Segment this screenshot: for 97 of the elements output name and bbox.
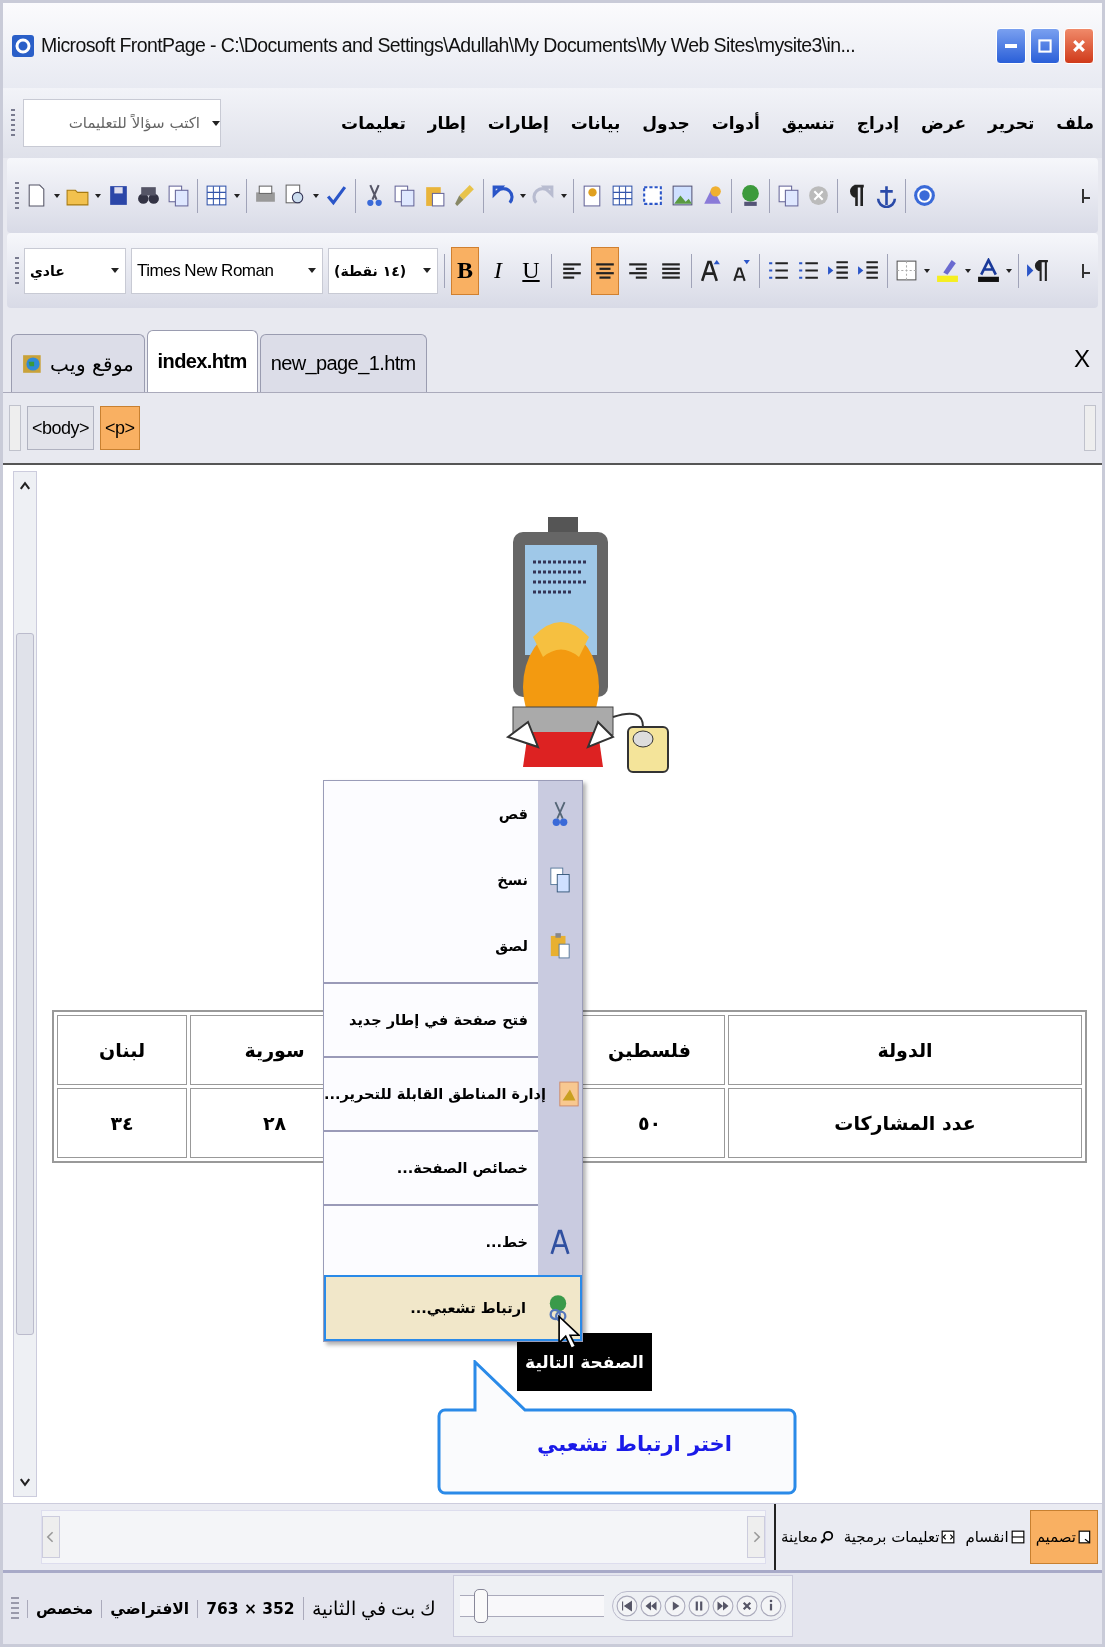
stop-icon[interactable]	[736, 1595, 758, 1617]
layout-icon[interactable]	[204, 183, 229, 208]
font-size-dropdown[interactable]: (١٤ نقطة)	[328, 247, 438, 294]
code-view-icon	[941, 1530, 956, 1544]
minimize-button[interactable]	[996, 27, 1026, 64]
split-view-icon	[1010, 1530, 1025, 1544]
menu-item[interactable]: إدراج	[856, 113, 900, 133]
dropdown-arrow-icon[interactable]	[54, 193, 60, 198]
skip-back-icon[interactable]	[616, 1595, 638, 1617]
tag-selector-button[interactable]: <body>	[27, 406, 95, 450]
toolbar-grip-icon[interactable]	[11, 109, 15, 137]
dropdown-arrow-icon[interactable]	[95, 193, 101, 198]
dropdown-arrow-icon[interactable]	[561, 193, 567, 198]
anchor-icon[interactable]	[874, 183, 899, 208]
table-cell: لبنان	[57, 1015, 188, 1085]
close-document-button[interactable]: X	[1070, 345, 1094, 373]
document-tab[interactable]: index.htm	[146, 330, 258, 392]
window-title: Microsoft FrontPage - C:\Documents and Settings\Adullah\My Documents\My Web Sites\mysite3\in...	[41, 34, 856, 57]
copy-icon[interactable]	[392, 183, 417, 208]
status-bar-item: ك بت في الثانية	[302, 1597, 445, 1620]
dropdown-arrow-icon[interactable]	[924, 268, 930, 273]
toolbar-grip-icon[interactable]	[15, 256, 19, 285]
fast-forward-icon[interactable]	[712, 1595, 734, 1617]
status-bar-item: 763 × 352	[197, 1599, 303, 1618]
view-tab[interactable]: انقسام	[960, 1510, 1030, 1564]
status-bar-item: مخصص	[27, 1599, 102, 1618]
menu-item[interactable]: أدوات	[711, 113, 760, 133]
document-tab[interactable]: موقع ويب	[11, 334, 145, 392]
paste-icon	[549, 932, 571, 960]
maximize-button[interactable]	[1030, 27, 1060, 64]
bold-button[interactable]: B	[451, 246, 479, 295]
menu-item[interactable]: ملف	[1056, 113, 1094, 133]
table-cell: ٣٤	[57, 1088, 188, 1158]
border-icon[interactable]	[894, 258, 919, 283]
brush-icon[interactable]	[452, 183, 477, 208]
table-icon[interactable]	[610, 183, 635, 208]
next-page-button[interactable]: الصفحة التالية	[517, 1333, 652, 1391]
mouse-pointer-icon	[558, 1315, 580, 1351]
context-menu-item[interactable]: قص	[324, 781, 582, 847]
menu-item[interactable]: تحرير	[988, 113, 1035, 133]
menu-item[interactable]: تعليمات	[341, 113, 406, 133]
dropdown-arrow-icon[interactable]	[520, 193, 526, 198]
help-icon[interactable]	[912, 183, 937, 208]
close-button[interactable]	[1064, 27, 1094, 64]
play-icon[interactable]	[664, 1595, 686, 1617]
menu-item[interactable]: جدول	[642, 113, 690, 133]
status-bar-item: الافتراضي	[101, 1599, 198, 1618]
info-icon[interactable]	[760, 1595, 782, 1617]
view-tab[interactable]: تصميم	[1029, 1510, 1098, 1564]
dropdown-arrow-icon[interactable]	[234, 193, 240, 198]
spelling-icon[interactable]	[324, 183, 349, 208]
context-menu-item[interactable]: نسخ	[324, 847, 582, 913]
website-folder-icon	[22, 352, 44, 375]
font-dropdown[interactable]: Times New Roman	[131, 247, 323, 294]
layer-icon[interactable]	[640, 183, 665, 208]
view-tab[interactable]: تعليمات برمجية	[838, 1510, 961, 1564]
menu-item[interactable]: عرض	[921, 113, 967, 133]
editable-region-icon	[557, 1080, 580, 1108]
context-menu-item[interactable]: خط...	[324, 1209, 582, 1275]
dropdown-arrow-icon[interactable]	[965, 268, 971, 273]
minimize-icon	[1005, 43, 1017, 48]
highlight-icon[interactable]	[935, 258, 960, 283]
document-tab[interactable]: new_page_1.htm	[259, 334, 427, 392]
preview-view-icon	[819, 1530, 834, 1544]
font-letter-icon	[549, 1228, 571, 1256]
view-tab[interactable]: معاينة	[776, 1510, 839, 1564]
dropdown-arrow-icon[interactable]	[1006, 268, 1012, 273]
table-cell: عدد المشاركات	[728, 1088, 1082, 1158]
context-menu-item[interactable]: لصق	[324, 913, 582, 979]
font-color-icon[interactable]	[976, 258, 1001, 283]
align-center-button[interactable]	[591, 246, 619, 295]
table-cell: الدولة	[728, 1015, 1082, 1085]
underline-button[interactable]: U	[517, 246, 545, 295]
maximize-icon	[1038, 38, 1052, 53]
copy-icon	[549, 866, 571, 894]
style-dropdown[interactable]: عادي	[24, 247, 126, 294]
rtl-paragraph-icon[interactable]	[1025, 258, 1050, 283]
design-view-icon	[1078, 1530, 1092, 1544]
pause-icon[interactable]	[688, 1595, 710, 1617]
dropdown-arrow-icon[interactable]	[313, 193, 319, 198]
toolbar-grip-icon[interactable]	[15, 181, 19, 210]
menu-item[interactable]: إطارات	[487, 113, 549, 133]
globe-link-icon	[547, 1294, 569, 1322]
tag-selector-button[interactable]: <p>	[100, 406, 140, 450]
callout-text: اختر ارتباط تشعبي	[537, 1432, 732, 1456]
dropdown-arrow-icon[interactable]	[212, 120, 220, 126]
vertical-scrollbar[interactable]	[13, 471, 37, 1497]
context-menu-item[interactable]: ارتباط تشعبي...	[324, 1275, 582, 1341]
rewind-icon[interactable]	[640, 1595, 662, 1617]
image-icon[interactable]	[670, 183, 695, 208]
close-icon	[1071, 37, 1087, 54]
pages-icon[interactable]	[166, 183, 191, 208]
italic-button[interactable]: I	[484, 246, 512, 295]
menu-item[interactable]: بيانات	[570, 113, 621, 133]
menu-item[interactable]: إطار	[427, 113, 466, 133]
menu-item[interactable]: تنسيق	[781, 113, 835, 133]
app-icon	[11, 33, 35, 58]
